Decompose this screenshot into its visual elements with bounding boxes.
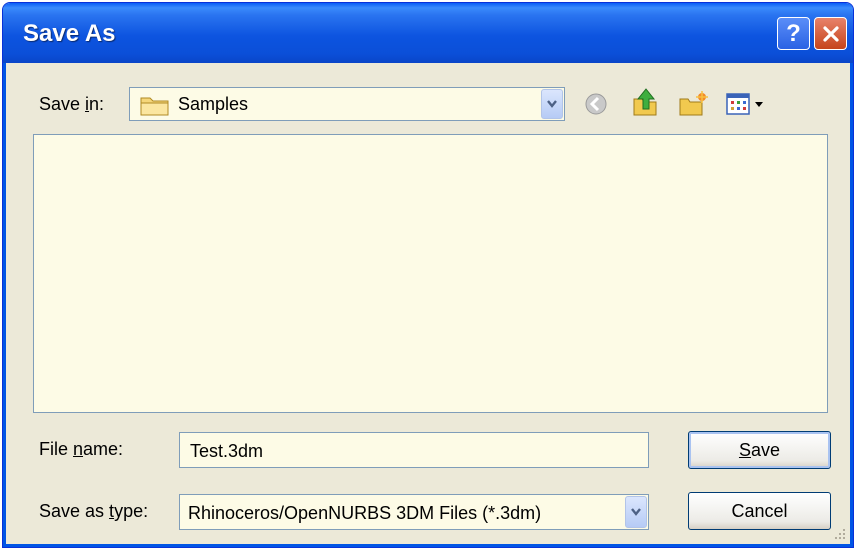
help-icon: ? <box>786 19 801 47</box>
save-as-type-dropdown-button[interactable] <box>625 496 647 528</box>
save-button[interactable]: Save <box>688 431 831 469</box>
new-folder-icon <box>679 91 708 116</box>
save-as-type-combo[interactable]: Rhinoceros/OpenNURBS 3DM Files (*.3dm) <box>179 494 649 530</box>
close-icon <box>822 25 839 42</box>
folder-icon <box>140 97 169 116</box>
chevron-down-icon <box>631 508 641 516</box>
save-as-type-label: Save as type: <box>39 501 149 521</box>
window-title: Save As <box>23 20 116 47</box>
up-one-level-button[interactable] <box>631 87 661 117</box>
file-name-value: Test.3dm <box>190 441 264 461</box>
up-folder-icon <box>633 88 657 116</box>
file-name-label: File name: <box>39 439 124 459</box>
save-as-dialog: Save As ? Save in: Samples File name: Te… <box>2 2 854 548</box>
file-name-input[interactable]: Test.3dm <box>179 432 649 468</box>
view-menu-button[interactable] <box>723 89 767 119</box>
close-button[interactable] <box>814 17 847 50</box>
help-button[interactable]: ? <box>777 17 810 50</box>
cancel-button[interactable]: Cancel <box>688 492 831 530</box>
save-in-label: Save in: <box>39 94 105 114</box>
back-icon <box>585 93 607 115</box>
save-in-dropdown-button[interactable] <box>541 89 563 119</box>
chevron-down-icon <box>547 100 557 108</box>
save-as-type-value: Rhinoceros/OpenNURBS 3DM Files (*.3dm) <box>188 503 542 523</box>
title-bar[interactable]: Save As ? <box>3 3 853 63</box>
new-folder-button[interactable] <box>678 89 708 119</box>
file-list[interactable] <box>33 134 828 413</box>
view-menu-icon <box>726 93 763 115</box>
back-button[interactable] <box>581 89 611 119</box>
resize-grip-icon[interactable] <box>833 527 847 541</box>
save-in-combo[interactable]: Samples <box>129 87 565 121</box>
save-in-value: Samples <box>178 94 249 114</box>
